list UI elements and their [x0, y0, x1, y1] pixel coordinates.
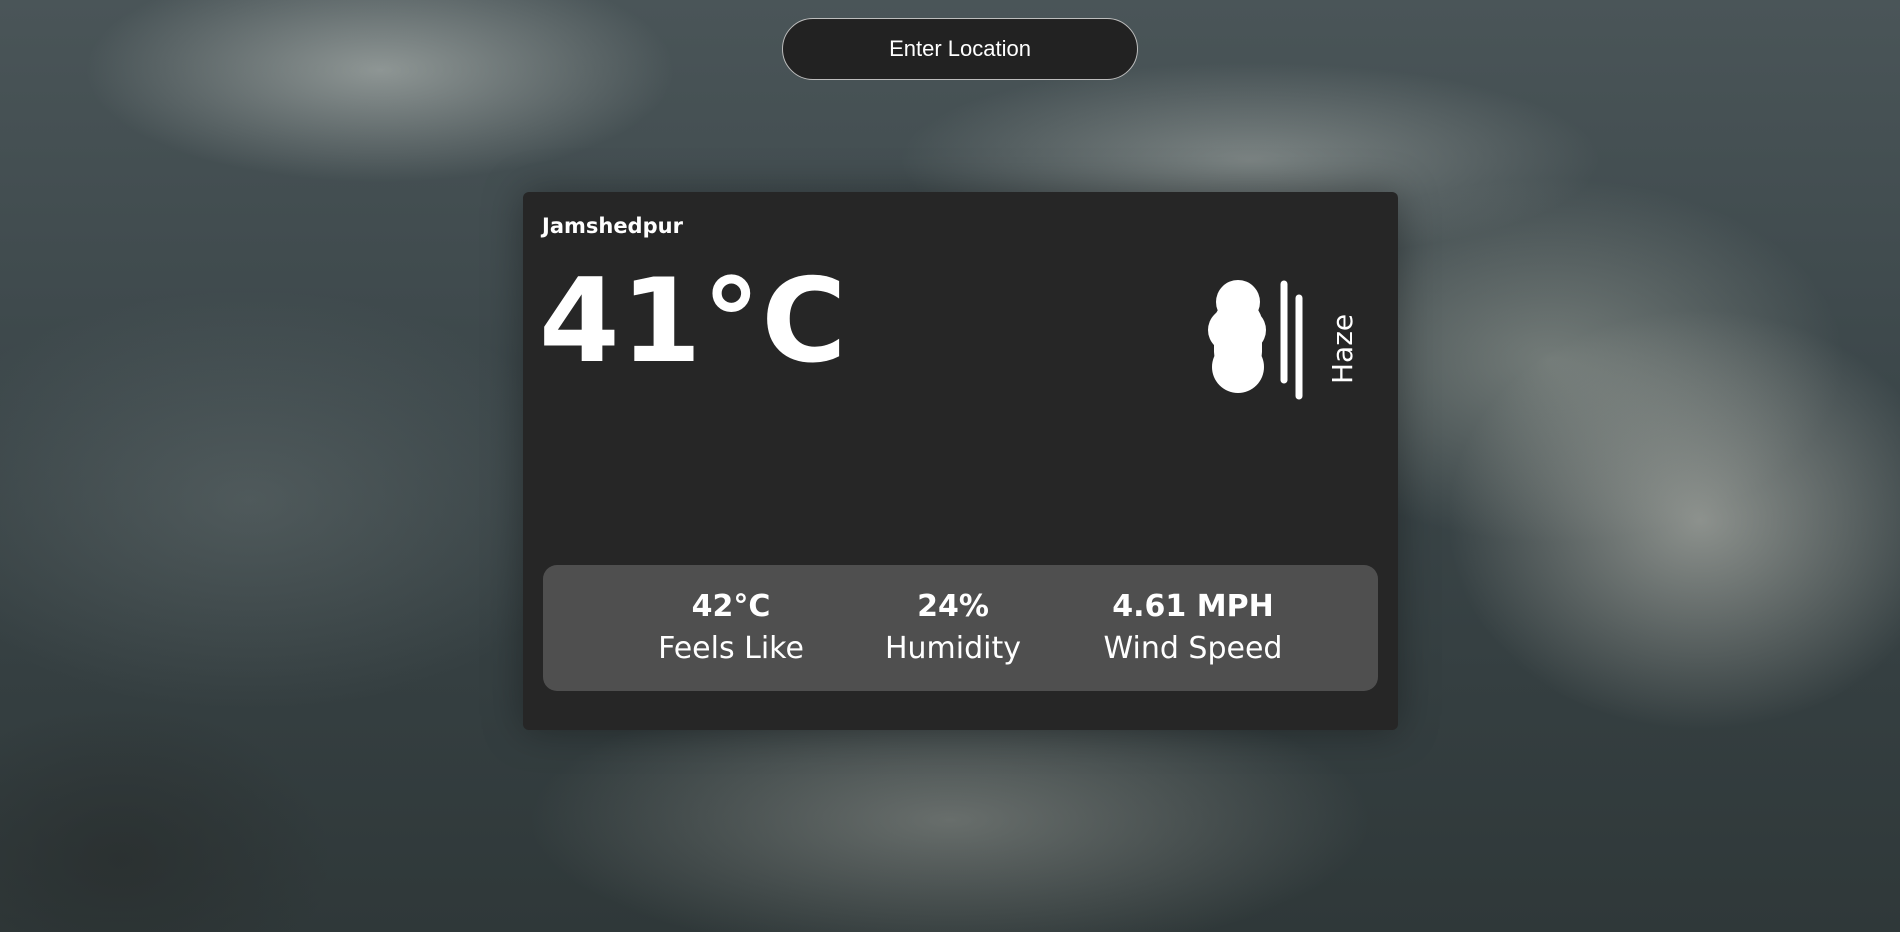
- stat-value: 4.61 MPH: [1112, 589, 1274, 624]
- stat-value: 42°C: [691, 589, 771, 624]
- stat-label: Wind Speed: [1103, 631, 1283, 666]
- weather-card: Jamshedpur 41°C Haze 42°C Feels Like 24%…: [523, 192, 1398, 730]
- stat-label: Feels Like: [658, 631, 804, 666]
- stat-humidity: 24% Humidity: [863, 587, 1043, 671]
- stat-wind-speed: 4.61 MPH Wind Speed: [1088, 587, 1298, 671]
- location-input[interactable]: [783, 19, 1137, 79]
- stat-value: 24%: [917, 589, 989, 624]
- location-search[interactable]: [782, 18, 1138, 80]
- haze-icon: [1208, 280, 1303, 400]
- weather-stats-panel: 42°C Feels Like 24% Humidity 4.61 MPH Wi…: [543, 565, 1378, 691]
- condition-label: Haze: [1326, 313, 1359, 384]
- city-name: Jamshedpur: [542, 214, 683, 238]
- stat-feels-like: 42°C Feels Like: [641, 587, 821, 671]
- current-temperature: 41°C: [539, 254, 848, 389]
- stat-label: Humidity: [884, 631, 1022, 666]
- weather-condition: Haze: [1208, 272, 1359, 412]
